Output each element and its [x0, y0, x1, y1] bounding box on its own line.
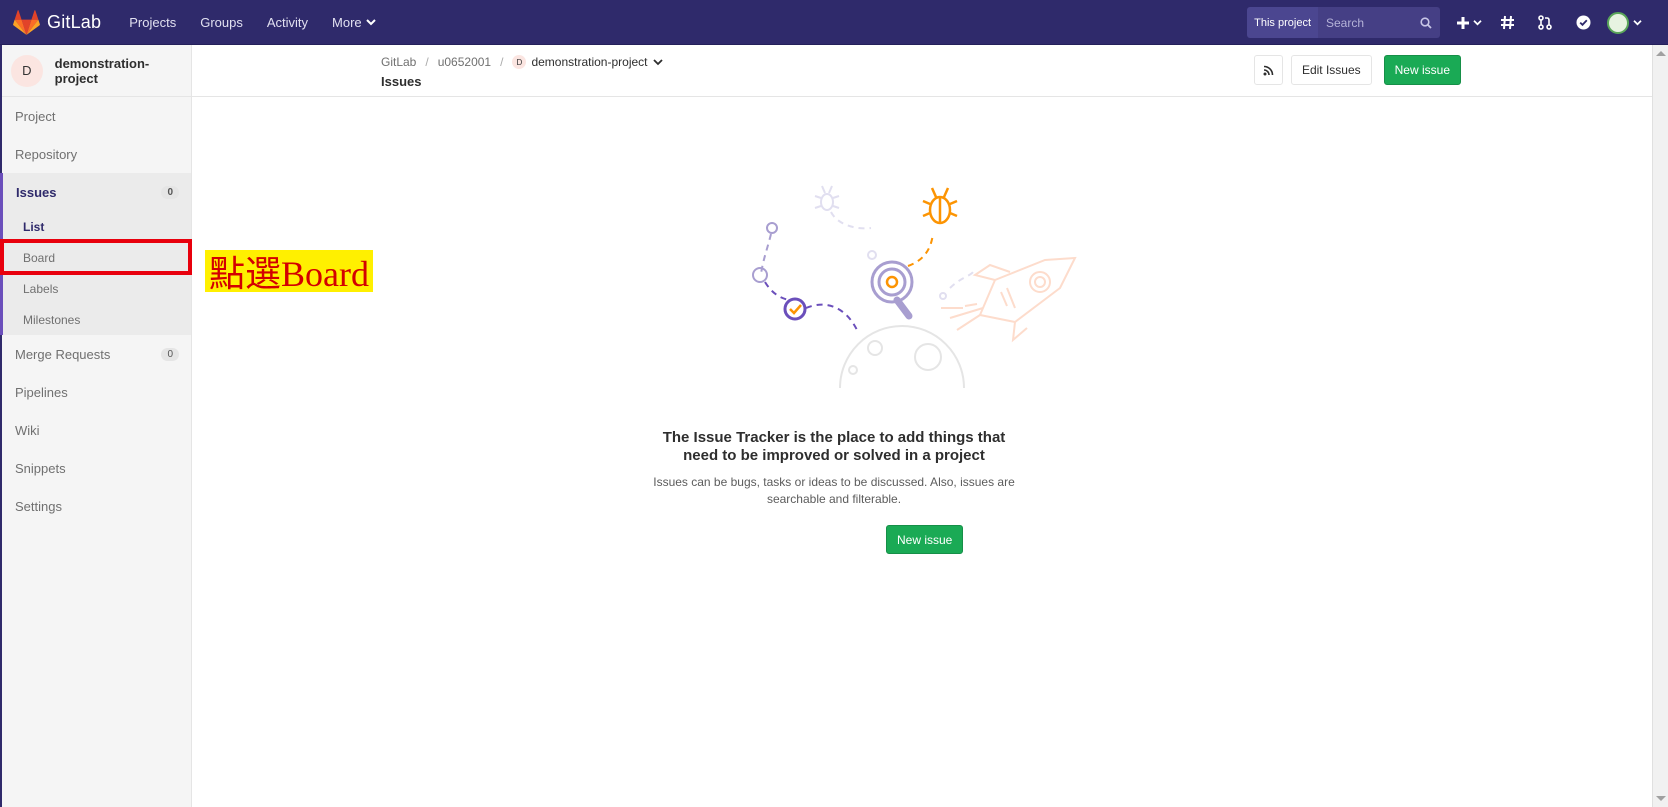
sidebar-item-pipelines[interactable]: Pipelines — [2, 373, 191, 411]
hashtag-icon — [1500, 15, 1514, 30]
nav-groups[interactable]: Groups — [188, 15, 255, 30]
breadcrumb-separator: / — [500, 55, 504, 69]
content-header: GitLab / u0652001 / D demonstration-proj… — [192, 45, 1652, 97]
main-nav: Projects Groups Activity More — [117, 0, 387, 45]
issues-count-badge: 0 — [161, 185, 179, 199]
new-dropdown-button[interactable] — [1450, 0, 1488, 45]
chevron-down-icon[interactable] — [652, 58, 663, 66]
empty-state-description: Issues can be bugs, tasks or ideas to be… — [0, 474, 1668, 508]
user-menu-button[interactable] — [1602, 0, 1646, 45]
breadcrumb-user[interactable]: u0652001 — [438, 55, 491, 69]
board-highlight-box — [0, 239, 192, 275]
user-avatar — [1606, 11, 1629, 34]
merge-requests-shortcut-button[interactable] — [1526, 0, 1564, 45]
sidebar-subitem-labels[interactable]: Labels — [3, 273, 191, 304]
sidebar-item-issues-label: Issues — [16, 184, 57, 200]
page-title: Issues — [381, 74, 422, 89]
instruction-annotation: 點選Board — [205, 250, 373, 294]
empty-state-title-line2: need to be improved or solved in a proje… — [683, 447, 985, 464]
chevron-down-icon — [365, 19, 376, 26]
empty-state-new-issue-button[interactable]: New issue — [886, 525, 964, 554]
breadcrumb: GitLab / u0652001 / D demonstration-proj… — [381, 55, 663, 69]
breadcrumb-gitlab[interactable]: GitLab — [381, 55, 416, 69]
sidebar-subitem-list[interactable]: List — [3, 211, 191, 242]
nav-activity[interactable]: Activity — [255, 15, 320, 30]
nav-more[interactable]: More — [320, 15, 388, 30]
todos-shortcut-button[interactable] — [1564, 0, 1602, 45]
sidebar-item-project[interactable]: Project — [2, 97, 191, 135]
tanuki-logo-icon — [13, 9, 40, 35]
project-sidebar: D demonstration-project Project Reposito… — [0, 45, 192, 807]
chevron-down-icon — [1473, 20, 1482, 26]
empty-state-title: The Issue Tracker is the place to add th… — [0, 429, 1668, 465]
check-circle-icon — [1576, 15, 1590, 30]
search-placeholder: Search — [1326, 15, 1365, 30]
nav-projects[interactable]: Projects — [117, 15, 188, 30]
project-name: demonstration-project — [54, 55, 150, 86]
empty-state-title-line1: The Issue Tracker is the place to add th… — [662, 429, 1006, 446]
nav-more-label: More — [332, 14, 362, 30]
sidebar-project-header[interactable]: D demonstration-project — [2, 45, 191, 97]
breadcrumb-project[interactable]: demonstration-project — [531, 55, 647, 69]
new-issue-button[interactable]: New issue — [1383, 55, 1461, 85]
sidebar-subitem-milestones[interactable]: Milestones — [3, 304, 191, 335]
search-box[interactable]: This project Search — [1247, 7, 1440, 38]
search-icon — [1420, 16, 1432, 29]
issues-shortcut-button[interactable] — [1488, 0, 1526, 45]
issues-empty-state-illustration — [752, 185, 1077, 389]
breadcrumb-project-avatar: D — [512, 55, 527, 69]
rss-icon — [1263, 65, 1274, 75]
merge-requests-count-badge: 0 — [161, 347, 179, 361]
merge-request-icon — [1538, 15, 1552, 30]
empty-state-desc-line2: searchable and filterable. — [766, 492, 902, 506]
sidebar-item-repository[interactable]: Repository — [2, 135, 191, 173]
chevron-down-icon — [1632, 20, 1642, 26]
sidebar-item-merge-requests-label: Merge Requests — [15, 346, 111, 362]
empty-state-desc-line1: Issues can be bugs, tasks or ideas to be… — [653, 475, 1015, 489]
sidebar-item-issues[interactable]: Issues 0 — [3, 173, 191, 211]
plus-icon — [1457, 16, 1469, 29]
search-input[interactable]: Search — [1318, 7, 1440, 38]
scroll-up-arrow-icon[interactable] — [1656, 51, 1666, 56]
rss-button[interactable] — [1253, 55, 1283, 85]
page-scrollbar[interactable] — [1652, 45, 1668, 807]
breadcrumb-separator: / — [425, 55, 429, 69]
project-avatar: D — [11, 54, 43, 87]
navbar-right: This project Search — [1247, 0, 1668, 45]
scroll-down-arrow-icon[interactable] — [1656, 796, 1666, 801]
sidebar-item-merge-requests[interactable]: Merge Requests 0 — [2, 335, 191, 373]
top-navbar: GitLab Projects Groups Activity More Thi… — [0, 0, 1668, 45]
header-actions: Edit Issues New issue — [1253, 55, 1461, 85]
search-scope-badge[interactable]: This project — [1247, 7, 1318, 38]
logo-text: GitLab — [47, 11, 102, 32]
gitlab-logo[interactable]: GitLab — [13, 0, 101, 45]
edit-issues-button[interactable]: Edit Issues — [1290, 55, 1372, 85]
